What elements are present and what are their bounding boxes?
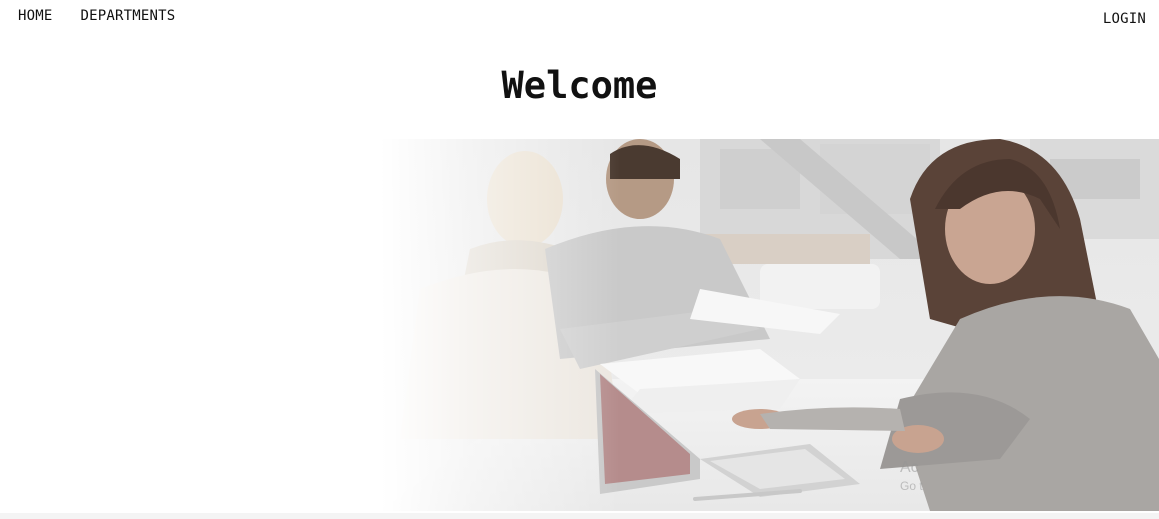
nav-departments-link[interactable]: DEPARTMENTS xyxy=(81,8,176,24)
bottom-strip xyxy=(0,513,1159,519)
watermark-line-1: Ac xyxy=(900,459,919,476)
nav-right-group: LOGIN xyxy=(1103,8,1146,27)
hero-image: Ac Go t xyxy=(0,139,1159,511)
nav-home-link[interactable]: HOME xyxy=(18,8,53,24)
page-title: Welcome xyxy=(501,64,658,107)
nav-left-group: HOME DEPARTMENTS xyxy=(18,8,175,24)
top-navigation-bar: HOME DEPARTMENTS LOGIN xyxy=(0,0,1159,34)
nav-login-link[interactable]: LOGIN xyxy=(1103,11,1146,27)
hero-fade-overlay xyxy=(0,139,1159,511)
activation-watermark: Ac Go t xyxy=(900,459,923,493)
watermark-line-2: Go t xyxy=(900,479,923,493)
